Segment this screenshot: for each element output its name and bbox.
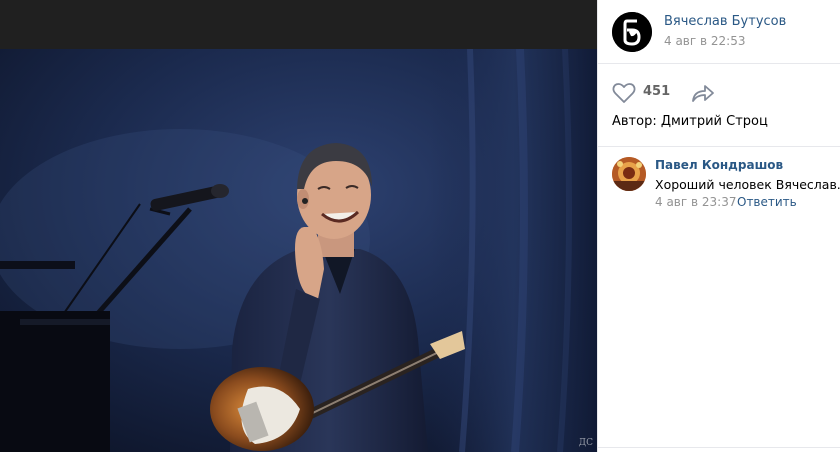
comment-text: Хороший человек Вячеслав. [655,177,840,192]
photo-credit: Автор: Дмитрий Строц [612,114,768,129]
heart-outline-icon[interactable] [612,82,636,104]
divider [598,63,840,64]
author-avatar[interactable] [612,12,652,52]
commenter-avatar[interactable] [612,157,646,191]
post-actions: 451 [612,80,832,106]
concert-photo[interactable]: ДС [0,49,597,452]
photo-watermark: ДС [578,438,593,448]
post-author: Вячеслав Бутусов 4 авг в 22:53 [612,12,832,52]
comment-item: Павел Кондрашов Хороший человек Вячеслав… [612,157,840,213]
comment-date[interactable]: 4 авг в 23:37 [655,195,736,209]
commenter-name-link[interactable]: Павел Кондрашов [655,158,783,172]
author-name-link[interactable]: Вячеслав Бутусов [664,14,786,29]
divider [598,447,840,448]
like-count[interactable]: 451 [643,84,670,99]
divider [598,146,840,147]
photo-viewer: ДС [0,0,597,452]
side-panel: Вячеслав Бутусов 4 авг в 22:53 451 Автор… [597,0,840,452]
share-arrow-icon[interactable] [690,81,716,105]
viewer-top-bar [0,0,597,49]
post-date[interactable]: 4 авг в 22:53 [664,34,745,48]
reply-button[interactable]: Ответить [737,195,797,209]
